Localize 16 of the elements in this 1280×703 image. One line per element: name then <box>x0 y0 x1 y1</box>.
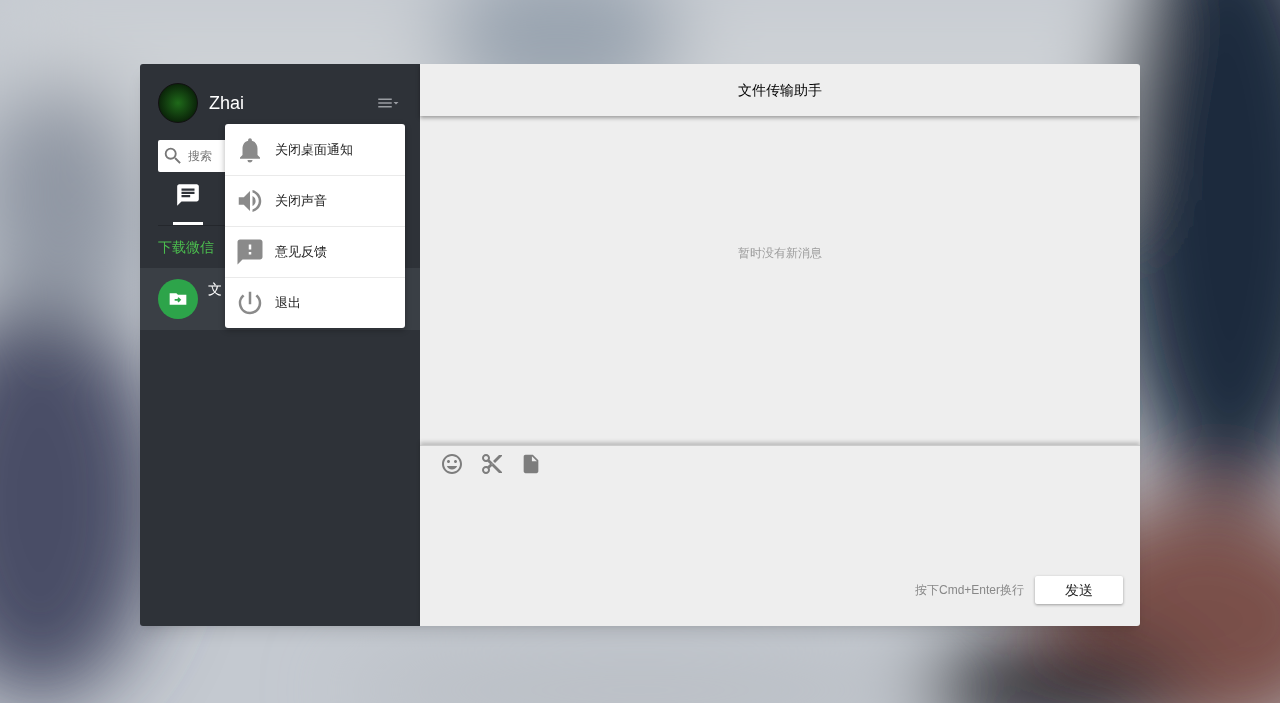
emoji-icon[interactable] <box>440 452 464 476</box>
empty-message: 暂时没有新消息 <box>738 244 822 262</box>
chat-icon <box>175 182 201 208</box>
menu-item[interactable]: 关闭声音 <box>225 175 405 226</box>
user-name: Zhai <box>209 91 244 115</box>
feedback-icon <box>235 237 265 267</box>
send-button[interactable]: 发送 <box>1035 576 1123 604</box>
chat-name: 文 <box>208 280 222 299</box>
menu-item[interactable]: 意见反馈 <box>225 226 405 277</box>
search-icon <box>162 145 184 167</box>
avatar <box>158 83 198 123</box>
menu-item[interactable]: 退出 <box>225 277 405 328</box>
chat-title: 文件传输助手 <box>738 80 822 100</box>
scissors-icon[interactable] <box>480 452 504 476</box>
menu-item[interactable]: 关闭桌面通知 <box>225 124 405 175</box>
shortcut-hint: 按下Cmd+Enter换行 <box>914 582 1024 599</box>
